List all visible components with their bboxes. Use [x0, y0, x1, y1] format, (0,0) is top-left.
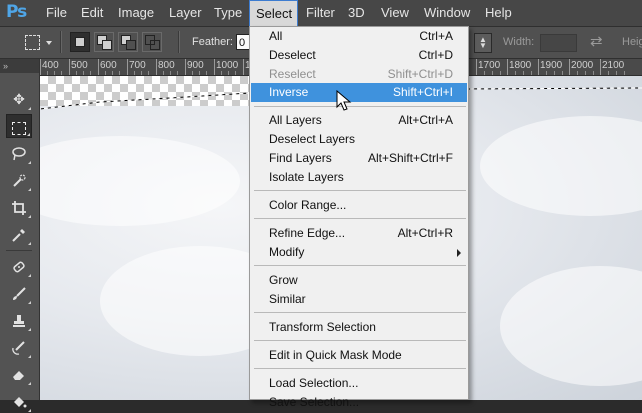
- ruler-label: 2000: [571, 60, 594, 71]
- eraser-icon[interactable]: [6, 362, 32, 386]
- add-to-selection-button[interactable]: [94, 32, 114, 52]
- menu-item-color-range[interactable]: Color Range...: [251, 196, 467, 215]
- ruler-label: 2100: [602, 60, 625, 71]
- style-dropdown[interactable]: ▲ ▼: [474, 33, 492, 53]
- select-menu-dropdown: All Ctrl+A Deselect Ctrl+D Reselect Shif…: [249, 26, 469, 409]
- menu-item-all-layers[interactable]: All Layers Alt+Ctrl+A: [251, 111, 467, 130]
- crop-icon[interactable]: [6, 195, 32, 219]
- divider: [178, 31, 180, 53]
- ruler-label: 1800: [509, 60, 532, 71]
- clone-stamp-icon[interactable]: [6, 308, 32, 332]
- menu-item-all[interactable]: All Ctrl+A: [251, 27, 467, 46]
- menu-separator: [254, 218, 466, 219]
- menu-item-transform-selection[interactable]: Transform Selection: [251, 318, 467, 337]
- eyedropper-icon[interactable]: [6, 222, 32, 246]
- menu-item-refine-edge[interactable]: Refine Edge... Alt+Ctrl+R: [251, 224, 467, 243]
- ruler-label: 900: [187, 60, 204, 71]
- mouse-pointer-icon: [336, 90, 352, 111]
- menu-3d[interactable]: 3D: [342, 0, 371, 26]
- menu-item-similar[interactable]: Similar: [251, 290, 467, 309]
- ruler-label: 500: [71, 60, 88, 71]
- ruler-label: 1700: [478, 60, 501, 71]
- menu-item-inverse[interactable]: Inverse Shift+Ctrl+I: [251, 83, 467, 102]
- ruler-label: 1900: [540, 60, 563, 71]
- menu-item-load-selection[interactable]: Load Selection...: [251, 374, 467, 393]
- collapse-panel-icon[interactable]: »: [0, 59, 39, 73]
- menu-window[interactable]: Window: [418, 0, 476, 26]
- menu-item-grow[interactable]: Grow: [251, 271, 467, 290]
- ruler-label: 400: [42, 60, 59, 71]
- new-selection-button[interactable]: [70, 32, 90, 52]
- menu-separator: [254, 340, 466, 341]
- lasso-icon[interactable]: [6, 141, 32, 165]
- subtract-from-selection-button[interactable]: [118, 32, 138, 52]
- quick-selection-icon[interactable]: [6, 168, 32, 192]
- menu-layer[interactable]: Layer: [163, 0, 208, 26]
- chevron-down-icon: [46, 41, 52, 45]
- ruler-label: 1000: [216, 60, 239, 71]
- marquee-icon[interactable]: [6, 114, 32, 138]
- ruler-label: 600: [100, 60, 117, 71]
- menu-edit[interactable]: Edit: [75, 0, 109, 26]
- tools-panel: » ✥: [0, 59, 40, 412]
- menu-item-save-selection[interactable]: Save Selection...: [251, 393, 467, 412]
- submenu-arrow-icon: [457, 249, 461, 257]
- paint-bucket-icon[interactable]: [6, 389, 32, 413]
- menu-filter[interactable]: Filter: [300, 0, 341, 26]
- menu-item-find-layers[interactable]: Find Layers Alt+Shift+Ctrl+F: [251, 149, 467, 168]
- menu-separator: [254, 265, 466, 266]
- height-label: Heig: [622, 36, 642, 48]
- width-label: Width:: [503, 36, 535, 48]
- menu-item-deselect-layers[interactable]: Deselect Layers: [251, 130, 467, 149]
- new-selection-icon: [75, 37, 85, 47]
- healing-brush-icon[interactable]: [6, 254, 32, 278]
- menu-item-modify[interactable]: Modify: [251, 243, 467, 262]
- feather-label: Feather:: [192, 36, 233, 48]
- menu-separator: [254, 312, 466, 313]
- menu-image[interactable]: Image: [112, 0, 160, 26]
- ruler-label: 700: [129, 60, 146, 71]
- menu-type[interactable]: Type: [208, 0, 248, 26]
- menu-bar: Ps File Edit Image Layer Type Select Fil…: [0, 0, 642, 27]
- menu-item-isolate-layers[interactable]: Isolate Layers: [251, 168, 467, 187]
- intersect-selection-button[interactable]: [142, 32, 162, 52]
- menu-view[interactable]: View: [375, 0, 415, 26]
- up-down-arrows-icon: ▲ ▼: [479, 35, 487, 50]
- history-brush-icon[interactable]: [6, 335, 32, 359]
- menu-item-quick-mask[interactable]: Edit in Quick Mask Mode: [251, 346, 467, 365]
- ruler-label: 800: [158, 60, 175, 71]
- move-icon[interactable]: ✥: [6, 87, 32, 111]
- tool-preset-picker[interactable]: [20, 32, 54, 52]
- brush-icon[interactable]: [6, 281, 32, 305]
- photoshop-logo: Ps: [6, 2, 27, 22]
- menu-separator: [254, 190, 466, 191]
- menu-select[interactable]: Select: [249, 0, 298, 26]
- menu-separator: [254, 368, 466, 369]
- menu-file[interactable]: File: [40, 0, 73, 26]
- divider: [60, 31, 62, 53]
- menu-help[interactable]: Help: [479, 0, 518, 26]
- menu-separator: [254, 106, 466, 107]
- swap-icon[interactable]: ⇄: [590, 32, 603, 50]
- width-input[interactable]: [540, 34, 577, 52]
- menu-item-reselect: Reselect Shift+Ctrl+D: [269, 67, 453, 81]
- rectangular-marquee-icon: [25, 35, 40, 50]
- menu-item-deselect[interactable]: Deselect Ctrl+D: [251, 46, 467, 65]
